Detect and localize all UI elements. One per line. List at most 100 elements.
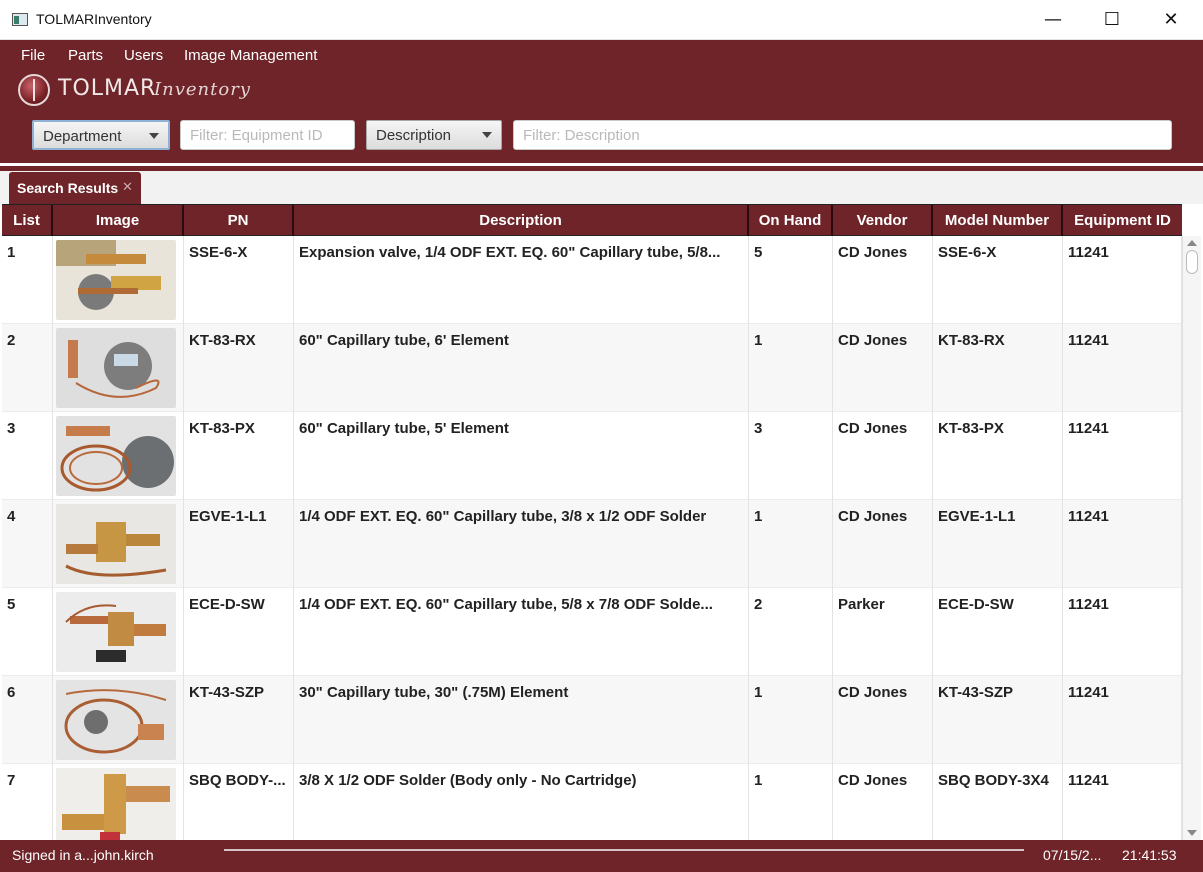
cell-model-number: SSE-6-X [933,236,1063,324]
cell-vendor: Parker [833,588,933,676]
results-table: List Image PN Description On Hand Vendor… [2,204,1182,840]
cell-pn: EGVE-1-L1 [184,500,294,588]
cell-vendor: CD Jones [833,676,933,764]
column-header-vendor[interactable]: Vendor [833,205,933,236]
cell-list: 6 [2,676,53,764]
close-window-button[interactable]: ✕ [1142,0,1200,40]
cell-equipment-id: 11241 [1063,412,1182,500]
tolmar-logo-icon [18,74,50,106]
cell-list: 1 [2,236,53,324]
tab-label: Search Results [17,180,119,196]
part-image-thumbnail[interactable] [56,592,176,672]
table-row[interactable]: 5 ECE-D-SW 1/4 ODF EXT. EQ. 60" Capillary … [2,588,1182,676]
cell-equipment-id: 11241 [1063,764,1182,840]
equipment-id-filter-input[interactable] [180,120,355,150]
scrollbar-thumb[interactable] [1186,250,1198,274]
column-header-description[interactable]: Description [294,205,749,236]
maximize-button[interactable]: ☐ [1083,0,1141,40]
cell-image [53,588,184,676]
department-select[interactable]: Department [32,120,170,150]
part-image-thumbnail[interactable] [56,328,176,408]
description-select[interactable]: Description [366,120,502,150]
tab-search-results[interactable]: Search Results ✕ [9,172,141,204]
cell-pn: SSE-6-X [184,236,294,324]
department-select-label: Department [43,128,122,145]
window-title: TOLMARInventory [36,11,152,27]
chevron-down-icon [149,133,159,139]
column-header-equipment-id[interactable]: Equipment ID [1063,205,1182,236]
menu-image-management[interactable]: Image Management [184,47,317,64]
cell-equipment-id: 11241 [1063,236,1182,324]
column-header-on-hand[interactable]: On Hand [749,205,833,236]
cell-equipment-id: 11241 [1063,324,1182,412]
cell-model-number: EGVE-1-L1 [933,500,1063,588]
chevron-down-icon [482,132,492,138]
cell-vendor: CD Jones [833,324,933,412]
cell-list: 2 [2,324,53,412]
column-header-model-number[interactable]: Model Number [933,205,1063,236]
description-filter-input[interactable] [513,120,1172,150]
scroll-down-icon[interactable] [1187,830,1197,836]
cell-list: 4 [2,500,53,588]
status-date: 07/15/2... [1043,847,1102,863]
status-progress-line [224,849,1024,851]
cell-description: 30" Capillary tube, 30" (.75M) Element [294,676,749,764]
cell-model-number: KT-83-RX [933,324,1063,412]
part-image-thumbnail[interactable] [56,768,176,840]
tab-strip: Search Results ✕ [0,171,1203,204]
cell-vendor: CD Jones [833,764,933,840]
menu-bar: File Parts Users Image Management [0,40,1203,71]
cell-image [53,764,184,840]
status-time: 21:41:53 [1122,847,1177,863]
search-header: TOLMAR Inventory Department Description [0,71,1203,163]
menu-parts[interactable]: Parts [68,47,103,64]
column-header-image[interactable]: Image [53,205,184,236]
part-image-thumbnail[interactable] [56,680,176,760]
cell-equipment-id: 11241 [1063,500,1182,588]
cell-vendor: CD Jones [833,412,933,500]
part-image-thumbnail[interactable] [56,240,176,320]
app-window-icon [12,13,28,26]
cell-description: 1/4 ODF EXT. EQ. 60" Capillary tube, 3/8… [294,500,749,588]
table-row[interactable]: 1 SSE-6-X Expansion valve, 1/4 ODF EXT. EQ… [2,236,1182,324]
table-row[interactable]: 2 KT-83-RX 60" Capillary tube, 6' Element 1… [2,324,1182,412]
cell-image [53,236,184,324]
part-image-thumbnail[interactable] [56,416,176,496]
column-header-pn[interactable]: PN [184,205,294,236]
cell-on-hand: 5 [749,236,833,324]
table-scrollbar[interactable] [1182,236,1201,840]
table-row[interactable]: 6 KT-43-SZP 30" Capillary tube, 30" (.75M)… [2,676,1182,764]
cell-description: 60" Capillary tube, 5' Element [294,412,749,500]
cell-equipment-id: 11241 [1063,588,1182,676]
cell-on-hand: 1 [749,324,833,412]
cell-pn: KT-83-PX [184,412,294,500]
close-tab-icon[interactable]: ✕ [122,180,133,195]
menu-file[interactable]: File [21,47,45,64]
cell-image [53,676,184,764]
cell-vendor: CD Jones [833,236,933,324]
minimize-button[interactable]: — [1024,0,1082,40]
part-image-thumbnail[interactable] [56,504,176,584]
table-row[interactable]: 7 SBQ BODY-... 3/8 X 1/2 ODF Solder (Body … [2,764,1182,840]
cell-on-hand: 1 [749,500,833,588]
menu-users[interactable]: Users [124,47,163,64]
table-row[interactable]: 4 EGVE-1-L1 1/4 ODF EXT. EQ. 60" Capillary… [2,500,1182,588]
cell-on-hand: 2 [749,588,833,676]
column-header-list[interactable]: List [2,205,53,236]
cell-image [53,324,184,412]
cell-pn: ECE-D-SW [184,588,294,676]
cell-vendor: CD Jones [833,500,933,588]
cell-model-number: SBQ BODY-3X4 [933,764,1063,840]
cell-model-number: ECE-D-SW [933,588,1063,676]
cell-description: 3/8 X 1/2 ODF Solder (Body only - No Car… [294,764,749,840]
logo-subtitle: Inventory [154,79,251,100]
cell-on-hand: 1 [749,676,833,764]
signed-in-user: Signed in a...john.kirch [12,847,154,863]
cell-pn: KT-43-SZP [184,676,294,764]
cell-description: Expansion valve, 1/4 ODF EXT. EQ. 60" Ca… [294,236,749,324]
scroll-up-icon[interactable] [1187,240,1197,246]
window-titlebar: TOLMARInventory — ☐ ✕ [0,0,1203,40]
table-row[interactable]: 3 KT-83-PX 60" Capillary tube, 5' Element 3… [2,412,1182,500]
table-header: List Image PN Description On Hand Vendor… [2,204,1182,236]
cell-image [53,412,184,500]
